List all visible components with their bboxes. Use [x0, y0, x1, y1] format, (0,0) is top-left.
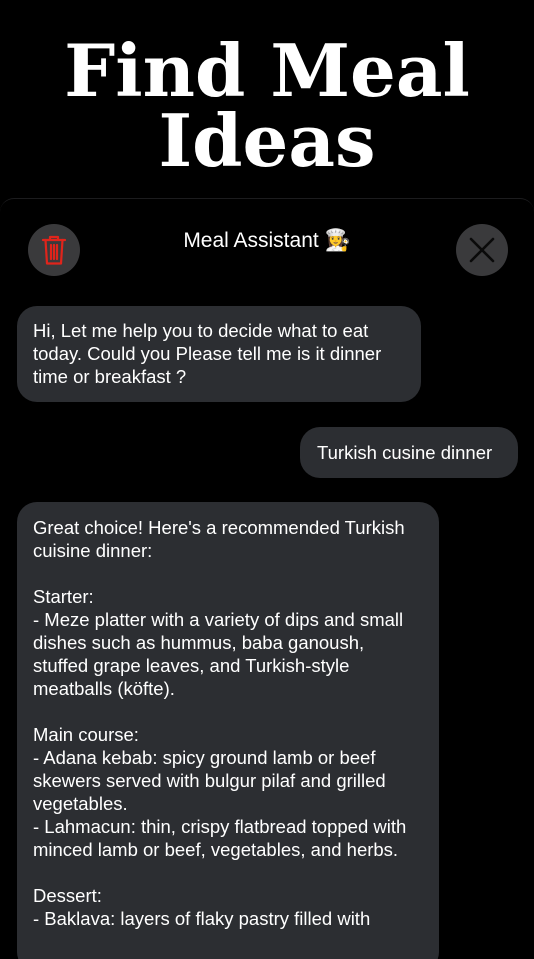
headline-line-2: Ideas [158, 98, 376, 183]
close-icon [469, 237, 495, 263]
headline-line-1: Find Meal [64, 28, 470, 113]
page-headline: Find Meal Ideas [0, 28, 534, 183]
assistant-message-bubble: Great choice! Here's a recommended Turki… [17, 502, 439, 959]
close-button[interactable] [456, 224, 508, 276]
assistant-message-bubble: Hi, Let me help you to decide what to ea… [17, 306, 421, 402]
chat-title: Meal Assistant 👩‍🍳 [183, 229, 351, 252]
user-message-bubble: Turkish cusine dinner [300, 427, 518, 478]
chat-sheet: Meal Assistant 👩‍🍳 Hi, Let me help you t… [0, 198, 534, 959]
